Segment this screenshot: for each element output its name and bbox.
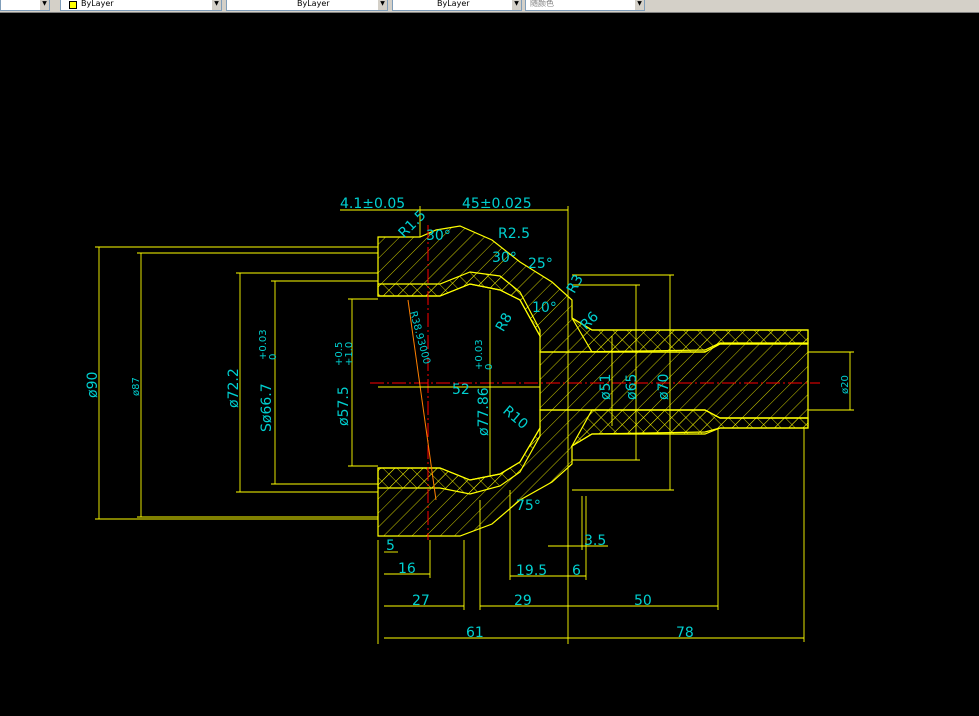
dim-sd66: Sø66.7 bbox=[259, 383, 275, 432]
dim-d65: ø65 bbox=[624, 374, 640, 400]
dim-tol77-lo: 0 bbox=[484, 364, 495, 370]
dim-50: 50 bbox=[634, 593, 652, 609]
dim-tol72-lo: 0 bbox=[268, 354, 279, 360]
chevron-down-icon[interactable]: ▼ bbox=[635, 0, 644, 10]
dim-angle-30-top: 30° bbox=[426, 228, 451, 244]
chevron-down-icon[interactable]: ▼ bbox=[512, 0, 521, 10]
dim-r10: R10 bbox=[499, 403, 530, 433]
dim-r3: R3 bbox=[564, 272, 587, 296]
layer-combo[interactable]: ▼ bbox=[0, 0, 50, 11]
dim-45: 45±0.025 bbox=[462, 196, 532, 212]
dim-r2-5: R2.5 bbox=[498, 226, 530, 242]
linetype-combo[interactable]: ByLayer ▼ bbox=[226, 0, 388, 11]
plotstyle-combo-value: 随颜色 bbox=[530, 0, 554, 8]
dim-78: 78 bbox=[676, 625, 694, 641]
dim-d87: ø87 bbox=[131, 377, 142, 396]
color-combo[interactable]: ByLayer ▼ bbox=[60, 0, 222, 11]
dim-52: 52 bbox=[452, 382, 470, 398]
dim-tol57-lo: +1.0 bbox=[344, 342, 355, 366]
dim-5: 5 bbox=[386, 538, 395, 554]
chevron-down-icon[interactable]: ▼ bbox=[212, 0, 221, 10]
lineweight-combo[interactable]: ByLayer ▼ bbox=[392, 0, 522, 11]
linetype-combo-value: ByLayer bbox=[297, 0, 330, 8]
dim-d77: ø77.86 bbox=[476, 387, 492, 436]
dim-d72: ø72.2 bbox=[226, 368, 242, 408]
properties-toolbar: ▼ ByLayer ▼ ByLayer ▼ ByLayer ▼ 随颜色 ▼ bbox=[0, 0, 979, 13]
dim-19-5: 19.5 bbox=[516, 563, 547, 579]
dim-angle-10: 10° bbox=[532, 300, 557, 316]
plotstyle-combo[interactable]: 随颜色 ▼ bbox=[525, 0, 645, 11]
dim-d57: ø57.5 bbox=[336, 386, 352, 426]
dim-29: 29 bbox=[514, 593, 532, 609]
dim-r8: R8 bbox=[493, 310, 516, 334]
dim-d70: ø70 bbox=[656, 374, 672, 400]
dim-d51: ø51 bbox=[598, 374, 614, 400]
shaft-core bbox=[539, 343, 809, 419]
lineweight-combo-value: ByLayer bbox=[437, 0, 470, 8]
color-swatch-icon bbox=[69, 1, 77, 9]
dim-6: 6 bbox=[572, 563, 581, 579]
drawing-canvas[interactable]: 4.1±0.05 45±0.025 R1.5 30° R2.5 30° 25° … bbox=[0, 13, 979, 716]
dim-angle-25: 25° bbox=[528, 256, 553, 272]
dim-angle-75: 75° bbox=[516, 498, 541, 514]
chevron-down-icon[interactable]: ▼ bbox=[40, 0, 49, 10]
color-combo-value: ByLayer bbox=[81, 0, 114, 8]
dim-16: 16 bbox=[398, 561, 416, 577]
dim-3-5: 3.5 bbox=[584, 533, 606, 549]
dim-4-1: 4.1±0.05 bbox=[340, 196, 405, 212]
part-section bbox=[377, 225, 809, 537]
dim-61: 61 bbox=[466, 625, 484, 641]
dim-d90: ø90 bbox=[85, 372, 101, 398]
chevron-down-icon[interactable]: ▼ bbox=[378, 0, 387, 10]
dim-angle-30b: 30° bbox=[492, 250, 517, 266]
dim-d20: ø20 bbox=[840, 375, 851, 394]
dim-27: 27 bbox=[412, 593, 430, 609]
